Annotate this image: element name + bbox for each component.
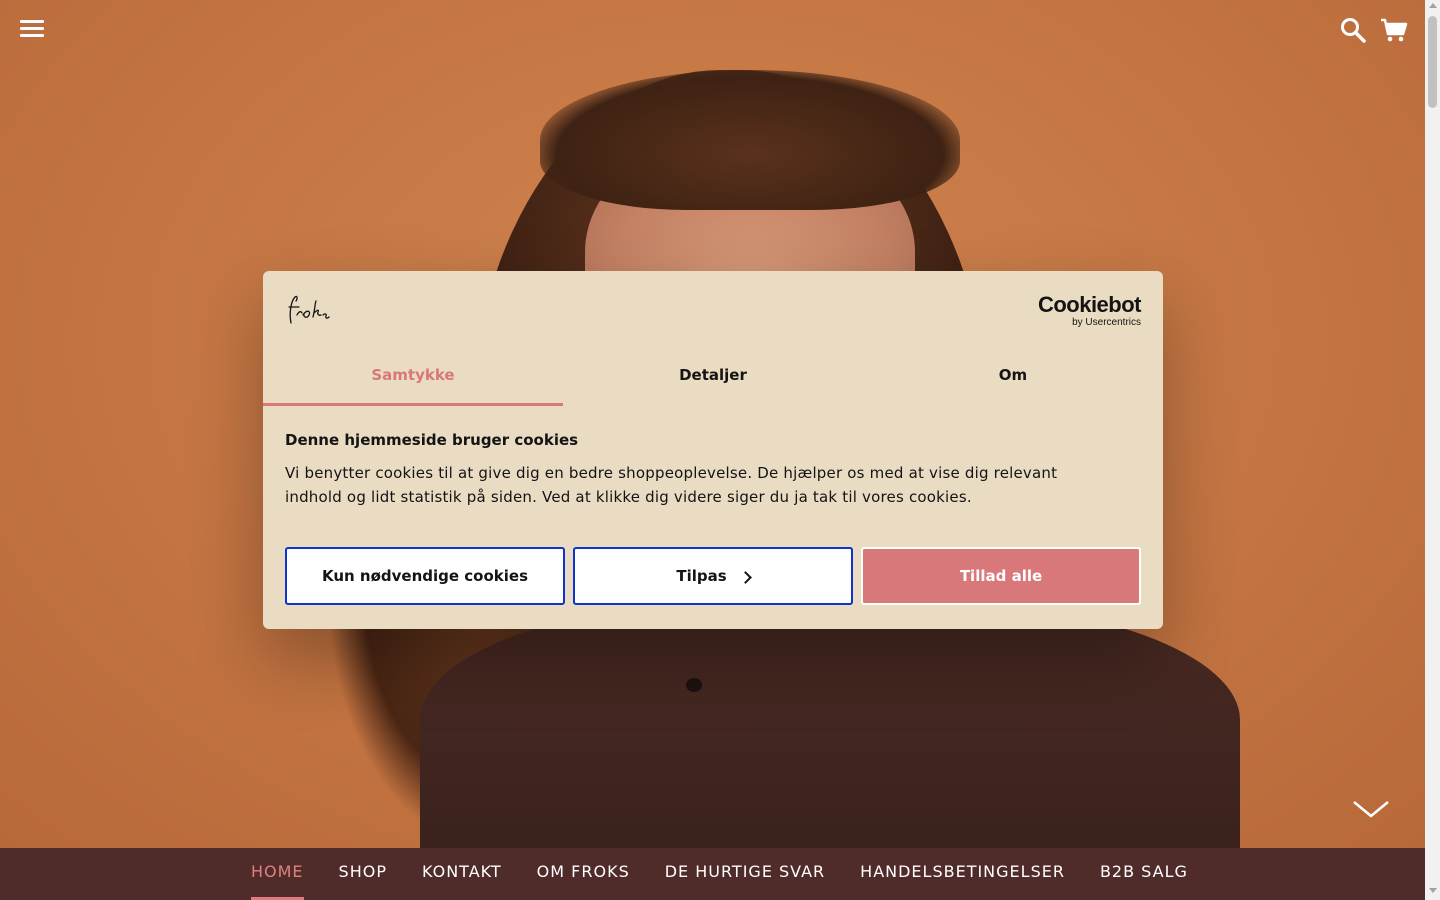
scrollbar-thumb[interactable] <box>1428 16 1437 108</box>
search-icon[interactable] <box>1340 17 1366 43</box>
hamburger-menu-icon[interactable] <box>20 20 44 40</box>
nav-item-home[interactable]: HOME <box>251 848 304 900</box>
cookie-consent-dialog: Cookiebot by Usercentrics Samtykke Detal… <box>263 271 1163 629</box>
nav-item-de-hurtige-svar[interactable]: DE HURTIGE SVAR <box>665 848 825 896</box>
necessary-cookies-button[interactable]: Kun nødvendige cookies <box>285 547 565 605</box>
nav-item-handelsbetingelser[interactable]: HANDELSBETINGELSER <box>860 848 1065 896</box>
tab-samtykke[interactable]: Samtykke <box>263 358 563 406</box>
tab-detaljer[interactable]: Detaljer <box>563 358 863 406</box>
dialog-body-text: Vi benytter cookies til at give dig en b… <box>285 464 1058 506</box>
tab-om[interactable]: Om <box>863 358 1163 406</box>
cookiebot-byline: by Usercentrics <box>1072 317 1141 328</box>
scroll-up-arrow-icon[interactable] <box>1428 3 1437 8</box>
dialog-heading: Denne hjemmeside bruger cookies <box>285 431 579 449</box>
necessary-cookies-label: Kun nødvendige cookies <box>321 567 529 585</box>
cookiebot-logo[interactable]: Cookiebot by Usercentrics <box>1037 292 1142 329</box>
allow-all-button[interactable]: Tillad alle <box>861 547 1141 605</box>
nav-item-kontakt[interactable]: KONTAKT <box>422 848 502 896</box>
chevron-down-icon[interactable] <box>1352 798 1390 820</box>
froks-logo <box>288 295 330 324</box>
customize-button[interactable]: Tilpas <box>573 547 853 605</box>
consent-tabs: Samtykke Detaljer Om <box>263 358 1163 406</box>
nav-item-shop[interactable]: SHOP <box>339 848 387 896</box>
vertical-scrollbar[interactable] <box>1425 0 1440 900</box>
hero-fringe-shape <box>540 70 960 210</box>
nav-item-om-froks[interactable]: OM FROKS <box>537 848 630 896</box>
allow-all-label: Tillad alle <box>959 567 1043 585</box>
hero-shirt-shape <box>420 600 1240 848</box>
hero-shirt-button <box>686 678 702 692</box>
cookiebot-name: Cookiebot <box>1037 292 1142 317</box>
nav-item-b2b-salg[interactable]: B2B SALG <box>1100 848 1188 896</box>
main-navigation: HOME SHOP KONTAKT OM FROKS DE HURTIGE SV… <box>0 848 1425 900</box>
customize-label: Tilpas <box>676 567 727 585</box>
chevron-right-icon <box>738 570 752 584</box>
shopping-cart-icon[interactable] <box>1380 17 1408 43</box>
scroll-down-arrow-icon[interactable] <box>1428 888 1437 893</box>
